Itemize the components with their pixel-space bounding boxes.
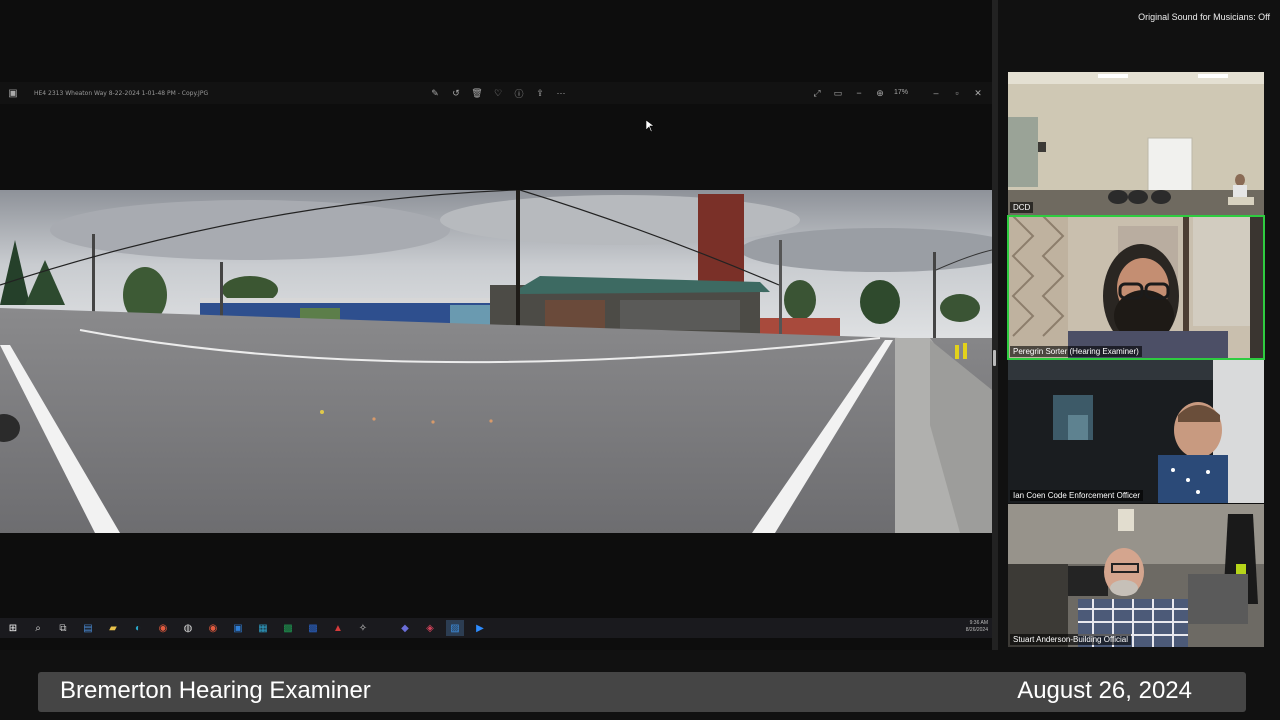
calendar-icon[interactable]: ▦ bbox=[254, 620, 272, 636]
app-icon[interactable]: ◍ bbox=[179, 620, 197, 636]
participant-tile-building-official[interactable]: Stuart Anderson-Building Official bbox=[1008, 504, 1264, 647]
meeting-date: August 26, 2024 bbox=[1017, 677, 1192, 704]
task-view-icon[interactable]: ⧉ bbox=[54, 620, 72, 636]
windows-taskbar: ⊞ ⌕ ⧉ ▤ ▰ ◐ ◉ ◍ ◉ ▣ ▦ ▩ ▩ ▲ ✧ ◆ ◈ ▨ ▶ 9:… bbox=[0, 618, 992, 638]
audio-status: Original Sound for Musicians: Off bbox=[1138, 12, 1270, 22]
word-icon[interactable]: ▩ bbox=[304, 620, 322, 636]
restore-icon[interactable]: ▫ bbox=[950, 86, 964, 100]
participant-name: Stuart Anderson-Building Official bbox=[1010, 634, 1132, 645]
meeting-window: ▣ HE4 2313 Wheaton Way 8-22-2024 1-01-48… bbox=[0, 0, 1280, 720]
participant-name: Ian Coen Code Enforcement Officer bbox=[1010, 490, 1144, 501]
participant-name: DCD bbox=[1010, 202, 1034, 213]
zoom-level: 17% bbox=[894, 89, 909, 96]
teams-icon[interactable]: ◆ bbox=[396, 620, 414, 636]
zoom-out-icon[interactable]: − bbox=[852, 86, 866, 100]
share-icon[interactable]: ⇪ bbox=[533, 86, 547, 100]
expand-icon[interactable]: ⤢ bbox=[810, 86, 824, 100]
chrome-alt-icon[interactable]: ◉ bbox=[204, 620, 222, 636]
more-icon[interactable]: ··· bbox=[554, 86, 568, 100]
photos-app-icon: ▣ bbox=[8, 87, 18, 99]
participant-name: Peregrin Sorter (Hearing Examiner) bbox=[1010, 346, 1142, 357]
zoom-in-icon[interactable]: ⊕ bbox=[873, 86, 887, 100]
meeting-title: Bremerton Hearing Examiner bbox=[60, 677, 371, 704]
participant-tile-code-enforcement[interactable]: Ian Coen Code Enforcement Officer bbox=[1008, 360, 1264, 503]
participant-tile-hearing-examiner[interactable]: Peregrin Sorter (Hearing Examiner) bbox=[1007, 215, 1265, 360]
clock-date: 8/26/2024 bbox=[965, 627, 988, 633]
app-icon[interactable]: ✧ bbox=[354, 620, 372, 636]
viewer-toolbar: ✎ ↺ 🗑 ♡ ⓘ ⇪ ··· bbox=[428, 86, 568, 100]
chrome-icon[interactable]: ◉ bbox=[154, 620, 172, 636]
info-icon[interactable]: ⓘ bbox=[512, 86, 526, 100]
file-app-icon[interactable]: ▤ bbox=[79, 620, 97, 636]
file-name: HE4 2313 Wheaton Way 8-22-2024 1-01-48 P… bbox=[34, 89, 209, 97]
street-photo bbox=[0, 190, 992, 533]
favorite-icon[interactable]: ♡ bbox=[491, 86, 505, 100]
meeting-banner: Bremerton Hearing Examiner August 26, 20… bbox=[38, 672, 1246, 712]
zoom-icon[interactable]: ▶ bbox=[471, 620, 489, 636]
close-icon[interactable]: ✕ bbox=[971, 86, 985, 100]
acrobat-icon[interactable]: ▲ bbox=[329, 620, 347, 636]
delete-icon[interactable]: 🗑 bbox=[470, 86, 484, 100]
rotate-icon[interactable]: ↺ bbox=[449, 86, 463, 100]
photos-icon[interactable]: ▨ bbox=[446, 620, 464, 636]
mouse-cursor-icon bbox=[646, 120, 654, 132]
edit-icon[interactable]: ✎ bbox=[428, 86, 442, 100]
photo-viewer-titlebar: ▣ HE4 2313 Wheaton Way 8-22-2024 1-01-48… bbox=[0, 82, 992, 104]
search-icon[interactable]: ⌕ bbox=[29, 620, 47, 636]
excel-icon[interactable]: ▩ bbox=[279, 620, 297, 636]
outlook-icon[interactable]: ▣ bbox=[229, 620, 247, 636]
participant-tile-dcd[interactable]: DCD bbox=[1008, 72, 1264, 215]
slideshow-icon[interactable]: ▭ bbox=[831, 86, 845, 100]
start-icon[interactable]: ⊞ bbox=[4, 620, 22, 636]
resize-handle[interactable] bbox=[993, 350, 996, 366]
clock-time: 9:36 AM bbox=[969, 620, 988, 626]
folder-icon[interactable]: ▰ bbox=[104, 620, 122, 636]
viewer-window-controls: ⤢ ▭ − ⊕ 17% – ▫ ✕ bbox=[810, 86, 985, 100]
share-divider[interactable] bbox=[992, 0, 998, 650]
shared-screen: ▣ HE4 2313 Wheaton Way 8-22-2024 1-01-48… bbox=[0, 0, 992, 650]
edge-icon[interactable]: ◐ bbox=[129, 620, 147, 636]
system-clock[interactable]: 9:36 AM 8/26/2024 bbox=[966, 620, 988, 634]
app-icon[interactable]: ◈ bbox=[421, 620, 439, 636]
minimize-icon[interactable]: – bbox=[929, 86, 943, 100]
